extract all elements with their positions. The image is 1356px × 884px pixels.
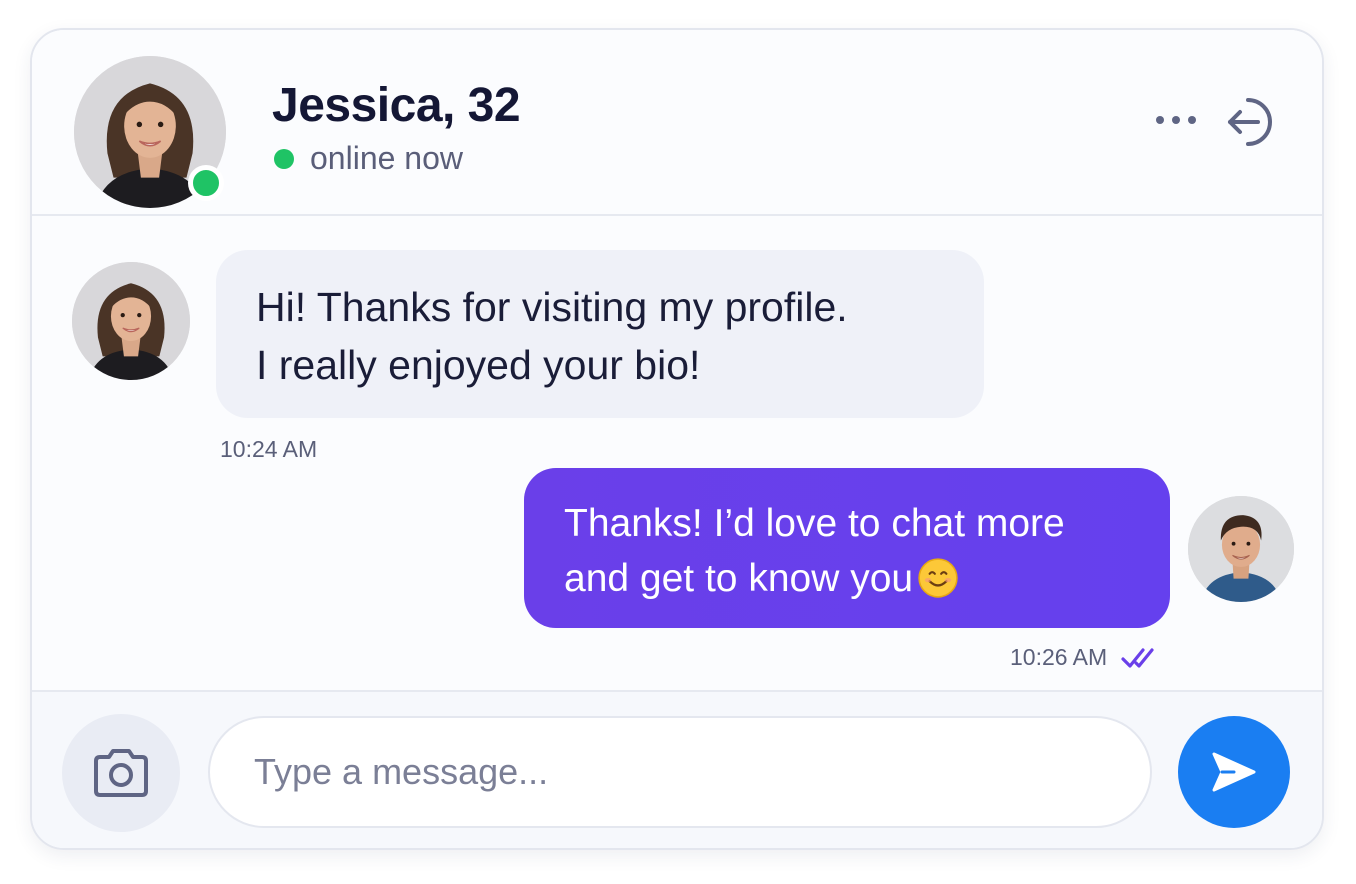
status-dot-icon bbox=[274, 148, 294, 169]
user-avatar[interactable] bbox=[1188, 496, 1294, 602]
contact-name: Jessica, 32 bbox=[272, 79, 521, 132]
message-input[interactable] bbox=[208, 716, 1152, 828]
smiling-face-emoji-icon bbox=[918, 558, 958, 598]
status-text: online now bbox=[310, 140, 463, 176]
message-line: I really enjoyed your bio! bbox=[256, 342, 701, 388]
outgoing-message-bubble[interactable]: Thanks! I’d love to chat more and get to… bbox=[524, 468, 1170, 628]
incoming-message-bubble[interactable]: Hi! Thanks for visiting my profile. I re… bbox=[216, 250, 984, 418]
camera-icon bbox=[94, 749, 148, 797]
message-line: Hi! Thanks for visiting my profile. bbox=[256, 284, 848, 330]
sender-avatar[interactable] bbox=[72, 262, 190, 380]
more-options-button[interactable] bbox=[1146, 100, 1206, 140]
sender-avatar-image bbox=[72, 262, 190, 380]
send-icon bbox=[1212, 752, 1256, 792]
double-check-icon bbox=[1121, 647, 1154, 668]
online-indicator bbox=[188, 165, 224, 201]
user-avatar-image bbox=[1188, 496, 1294, 602]
message-timestamp: 10:24 AM bbox=[220, 436, 318, 462]
message-status-row: 10:26 AM bbox=[1010, 644, 1161, 671]
exit-arrow-icon bbox=[1228, 98, 1272, 146]
exit-chat-button[interactable] bbox=[1222, 92, 1282, 152]
message-line: and get to know you bbox=[564, 557, 914, 600]
chat-header: Jessica, 32 online now bbox=[32, 30, 1322, 216]
camera-button[interactable] bbox=[62, 714, 180, 832]
message-line-with-emoji: and get to know you bbox=[564, 551, 1130, 606]
message-timestamp: 10:26 AM bbox=[1010, 644, 1108, 670]
message-composer bbox=[32, 690, 1322, 848]
message-line: Thanks! I’d love to chat more bbox=[564, 502, 1065, 545]
presence-status: online now bbox=[274, 140, 463, 177]
chat-window: Jessica, 32 online now Hi! Thanks for vi… bbox=[30, 28, 1324, 850]
send-button[interactable] bbox=[1178, 716, 1290, 828]
ellipsis-horizontal-icon bbox=[1156, 116, 1196, 124]
